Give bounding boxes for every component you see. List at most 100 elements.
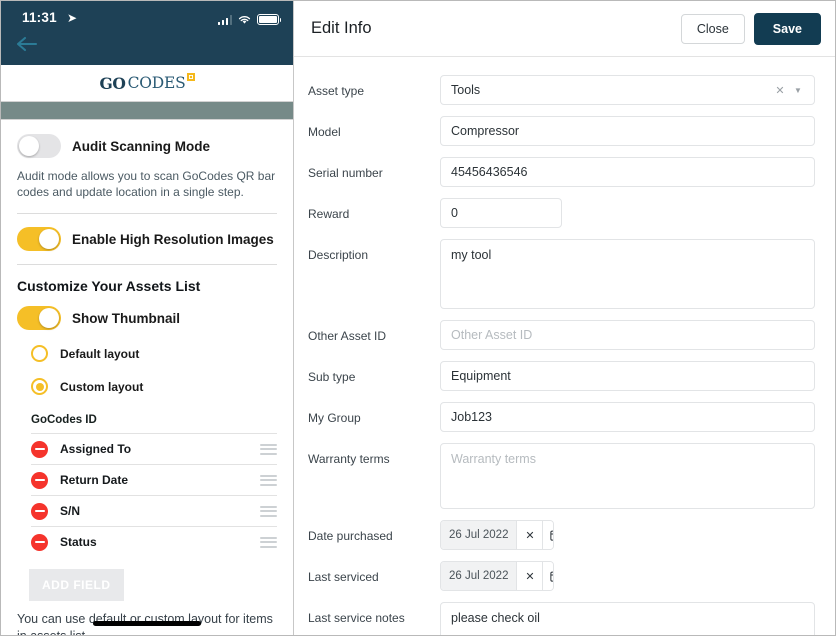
list-item[interactable]: Status bbox=[31, 526, 277, 557]
customize-assets-list-title: Customize Your Assets List bbox=[17, 278, 201, 294]
my-group-input[interactable] bbox=[440, 402, 815, 432]
model-label: Model bbox=[308, 125, 341, 139]
reward-input[interactable] bbox=[440, 198, 562, 228]
list-item-label: Assigned To bbox=[60, 442, 132, 456]
close-icon[interactable]: ✕ bbox=[771, 75, 789, 105]
divider bbox=[17, 213, 277, 214]
description-row: Description my tool bbox=[308, 239, 815, 309]
phone-preview-panel: 11:31 ➤ GO CODES Audit Scanning Mode Aud… bbox=[1, 1, 294, 635]
sub-type-input[interactable] bbox=[440, 361, 815, 391]
my-group-label: My Group bbox=[308, 411, 361, 425]
remove-icon[interactable] bbox=[31, 440, 48, 458]
date-purchased-row: Date purchased 26 Jul 2022 ✕ bbox=[308, 520, 815, 550]
drag-handle-icon[interactable] bbox=[260, 505, 277, 517]
description-label: Description bbox=[308, 248, 369, 262]
other-asset-id-row: Other Asset ID bbox=[308, 320, 815, 350]
close-icon[interactable]: ✕ bbox=[516, 562, 543, 590]
asset-type-select[interactable] bbox=[440, 75, 815, 105]
model-row: Model bbox=[308, 116, 815, 146]
serial-number-label: Serial number bbox=[308, 166, 383, 180]
close-button[interactable]: Close bbox=[680, 13, 745, 44]
add-field-button[interactable]: ADD FIELD bbox=[29, 569, 124, 601]
audit-helper-text: Audit mode allows you to scan GoCodes QR… bbox=[17, 169, 276, 199]
status-bar-time: 11:31 bbox=[22, 10, 57, 25]
other-asset-id-label: Other Asset ID bbox=[308, 329, 387, 343]
reward-label: Reward bbox=[308, 207, 350, 221]
gocodes-logo-bar: GO CODES bbox=[1, 65, 293, 101]
list-item[interactable]: Assigned To bbox=[31, 433, 277, 464]
last-serviced-value: 26 Jul 2022 bbox=[441, 562, 517, 590]
close-icon[interactable]: ✕ bbox=[516, 521, 543, 549]
last-service-notes-label: Last service notes bbox=[308, 611, 405, 625]
last-serviced-control[interactable]: 26 Jul 2022 ✕ bbox=[440, 561, 554, 591]
remove-icon[interactable] bbox=[31, 502, 48, 520]
audit-scanning-mode-row[interactable]: Audit Scanning Mode bbox=[17, 134, 277, 158]
battery-icon bbox=[257, 14, 282, 25]
default-layout-radio[interactable] bbox=[31, 345, 48, 362]
date-purchased-control[interactable]: 26 Jul 2022 ✕ bbox=[440, 520, 554, 550]
drag-handle-icon[interactable] bbox=[260, 536, 277, 548]
show-thumbnail-label: Show Thumbnail bbox=[72, 310, 180, 326]
model-input[interactable] bbox=[440, 116, 815, 146]
asset-type-label: Asset type bbox=[308, 84, 365, 98]
chevron-down-icon[interactable]: ▼ bbox=[789, 75, 807, 105]
app-window: 11:31 ➤ GO CODES Audit Scanning Mode Aud… bbox=[0, 0, 836, 636]
gocodes-logo: GO CODES bbox=[99, 72, 195, 93]
remove-icon[interactable] bbox=[31, 471, 48, 489]
last-service-notes-textarea[interactable]: please check oil bbox=[440, 602, 815, 635]
reward-row: Reward bbox=[308, 198, 815, 228]
home-indicator bbox=[1, 621, 293, 626]
default-layout-option[interactable]: Default layout bbox=[31, 345, 277, 362]
edit-info-header: Edit Info Close Save bbox=[294, 1, 835, 57]
high-res-images-row[interactable]: Enable High Resolution Images bbox=[17, 227, 277, 251]
last-serviced-row: Last serviced 26 Jul 2022 ✕ bbox=[308, 561, 815, 591]
back-button[interactable] bbox=[15, 35, 39, 58]
gocodes-id-header: GoCodes ID bbox=[31, 414, 97, 426]
section-divider-band bbox=[1, 101, 293, 120]
date-purchased-value: 26 Jul 2022 bbox=[441, 521, 517, 549]
list-item[interactable]: S/N bbox=[31, 495, 277, 526]
high-res-images-label: Enable High Resolution Images bbox=[72, 231, 274, 247]
warranty-terms-label: Warranty terms bbox=[308, 452, 390, 466]
drag-handle-icon[interactable] bbox=[260, 443, 277, 455]
audit-scanning-mode-label: Audit Scanning Mode bbox=[72, 138, 210, 154]
edit-info-form: Asset type ✕ ▼ Model Serial number bbox=[294, 57, 835, 635]
custom-layout-option[interactable]: Custom layout bbox=[31, 378, 277, 395]
sub-type-row: Sub type bbox=[308, 361, 815, 391]
warranty-terms-textarea[interactable] bbox=[440, 443, 815, 509]
audit-scanning-mode-toggle[interactable] bbox=[17, 134, 61, 158]
last-service-notes-row: Last service notes please check oil bbox=[308, 602, 815, 635]
high-res-images-toggle[interactable] bbox=[17, 227, 61, 251]
sub-type-label: Sub type bbox=[308, 370, 356, 384]
location-arrow-icon: ➤ bbox=[67, 11, 78, 25]
list-item-label: S/N bbox=[60, 504, 81, 518]
custom-layout-radio[interactable] bbox=[31, 378, 48, 395]
show-thumbnail-row[interactable]: Show Thumbnail bbox=[17, 306, 277, 330]
signal-bars-icon bbox=[217, 15, 232, 25]
serial-number-row: Serial number bbox=[308, 157, 815, 187]
warranty-terms-row: Warranty terms bbox=[308, 443, 815, 509]
list-item-label: Status bbox=[60, 535, 97, 549]
other-asset-id-input[interactable] bbox=[440, 320, 815, 350]
square-badge-icon bbox=[186, 72, 195, 81]
page-title: Edit Info bbox=[311, 19, 372, 37]
drag-handle-icon[interactable] bbox=[260, 474, 277, 486]
divider bbox=[17, 264, 277, 265]
date-purchased-label: Date purchased bbox=[308, 529, 393, 543]
asset-type-control: ✕ ▼ bbox=[440, 75, 815, 105]
remove-icon[interactable] bbox=[31, 533, 48, 551]
my-group-row: My Group bbox=[308, 402, 815, 432]
phone-status-bar: 11:31 ➤ bbox=[1, 1, 293, 65]
last-serviced-label: Last serviced bbox=[308, 570, 379, 584]
calendar-icon[interactable] bbox=[542, 562, 553, 590]
list-item[interactable]: Return Date bbox=[31, 464, 277, 495]
asset-type-row: Asset type ✕ ▼ bbox=[308, 75, 815, 105]
calendar-icon[interactable] bbox=[542, 521, 553, 549]
phone-settings-body: Audit Scanning Mode Audit mode allows yo… bbox=[1, 120, 293, 635]
wifi-icon bbox=[238, 16, 251, 24]
custom-layout-label: Custom layout bbox=[60, 379, 144, 394]
description-textarea[interactable]: my tool bbox=[440, 239, 815, 309]
save-button[interactable]: Save bbox=[753, 12, 821, 45]
show-thumbnail-toggle[interactable] bbox=[17, 306, 61, 330]
serial-number-input[interactable] bbox=[440, 157, 815, 187]
